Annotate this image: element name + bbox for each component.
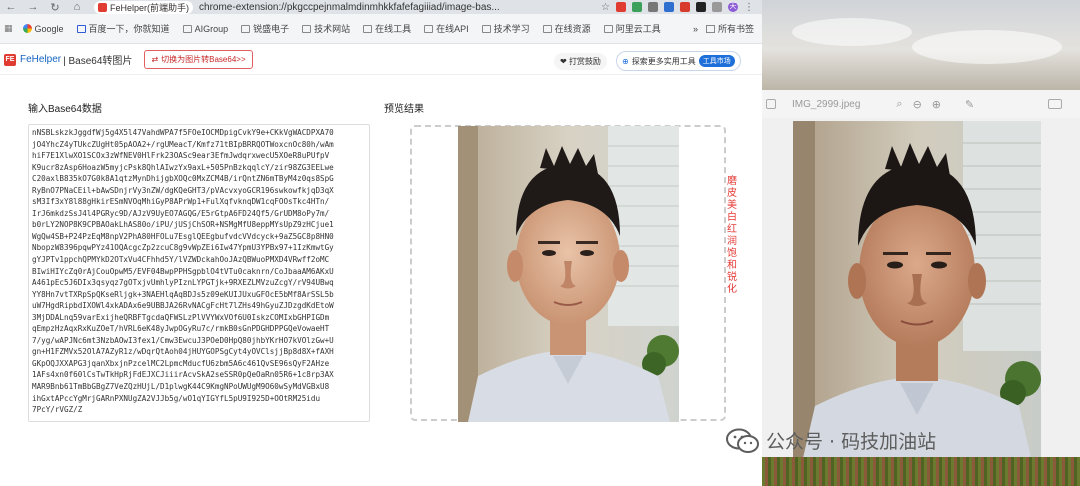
screen: ← → ↻ ⌂ FeHelper(前端助手) chrome-extension:… bbox=[0, 0, 1080, 486]
swap-icon: ⇄ bbox=[151, 55, 159, 64]
viewer-image bbox=[793, 121, 1041, 458]
zoom-out-icon[interactable]: ⊖ bbox=[913, 98, 922, 111]
back-icon[interactable]: ← bbox=[0, 1, 22, 13]
url-field[interactable]: chrome-extension://pkgccpejnmalmdinmhkkf… bbox=[199, 2, 500, 13]
zoom-controls: ⌕ ⊖ ⊕ ✎ bbox=[896, 98, 974, 111]
zoom-in-icon[interactable]: ⊕ bbox=[932, 98, 941, 111]
portrait-photo-original bbox=[793, 121, 1041, 458]
donate-button[interactable]: ❤ 打赏鼓励 bbox=[554, 53, 607, 70]
beauty-filter-note: 磨皮美白红润饱和锐化 bbox=[727, 176, 737, 295]
extension-pdf-icon[interactable] bbox=[680, 1, 690, 12]
wechat-icon bbox=[726, 428, 759, 453]
bookmarks-overflow-button[interactable]: » bbox=[693, 24, 698, 34]
explore-tools-button[interactable]: ⊕ 探索更多实用工具 工具市场 bbox=[616, 51, 741, 71]
star-icon[interactable]: ☆ bbox=[601, 2, 610, 13]
extension-blue-icon[interactable] bbox=[664, 1, 674, 12]
fehelper-favicon-icon bbox=[98, 2, 107, 12]
bookmark-google[interactable]: Google bbox=[22, 24, 64, 34]
portrait-photo bbox=[458, 126, 679, 422]
reload-icon[interactable]: ↻ bbox=[44, 1, 66, 14]
home-icon[interactable]: ⌂ bbox=[66, 1, 88, 13]
folder-icon bbox=[481, 24, 491, 33]
bookmark-aliyun-tools[interactable]: 阿里云工具 bbox=[603, 22, 661, 35]
extension-black-icon[interactable] bbox=[696, 1, 706, 12]
extension-green-icon[interactable] bbox=[632, 1, 642, 12]
folder-icon bbox=[182, 24, 192, 33]
sidebar-toggle-icon[interactable] bbox=[766, 99, 776, 109]
folder-icon bbox=[542, 24, 552, 33]
forward-icon[interactable]: → bbox=[22, 1, 44, 13]
extension-icons: ☆ 天 ⋮ bbox=[601, 1, 762, 13]
heart-icon: ❤ bbox=[560, 57, 567, 66]
puzzle-icon[interactable] bbox=[712, 1, 722, 12]
markup-icon[interactable]: ✎ bbox=[965, 98, 974, 111]
bookmark-online-tools[interactable]: 在线工具 bbox=[363, 22, 411, 35]
cloud-shape bbox=[792, 18, 912, 46]
page-title: | Base64转图片 bbox=[63, 56, 133, 67]
menu-dots-icon[interactable]: ⋮ bbox=[744, 2, 754, 13]
plus-circle-icon: ⊕ bbox=[622, 56, 629, 66]
folder-icon bbox=[241, 24, 251, 33]
bookmark-tech-sites[interactable]: 技术网站 bbox=[302, 22, 350, 35]
cloud-shape bbox=[912, 30, 1062, 64]
desktop-background bbox=[762, 0, 1080, 90]
avatar[interactable]: 天 bbox=[728, 1, 738, 12]
wechat-watermark: 公众号 · 码技加油站 bbox=[726, 427, 936, 454]
input-section-title: 输入Base64数据 bbox=[28, 104, 102, 115]
bookmark-online-api[interactable]: 在线API bbox=[424, 22, 469, 35]
folder-icon bbox=[363, 24, 373, 33]
fehelper-logo: FE bbox=[4, 53, 16, 66]
brand-link[interactable]: FeHelper bbox=[20, 54, 61, 65]
baidu-icon bbox=[76, 24, 86, 33]
desktop-background-field bbox=[762, 457, 1080, 486]
bookmarks-right: » 所有书签 bbox=[693, 22, 762, 35]
bookmark-ruisheng[interactable]: 锐盛电子 bbox=[241, 22, 289, 35]
all-bookmarks[interactable]: 所有书签 bbox=[718, 22, 754, 35]
google-icon bbox=[22, 24, 32, 33]
viewer-toolbar: IMG_2999.jpeg ⌕ ⊖ ⊕ ✎ bbox=[762, 90, 1080, 118]
folder-icon bbox=[302, 24, 312, 33]
folder-icon bbox=[705, 24, 715, 33]
switch-to-image-to-base64-button[interactable]: ⇄ 切换为图片转Base64>> bbox=[144, 50, 253, 69]
search-icon[interactable]: ⌕ bbox=[896, 98, 902, 111]
apps-grid-icon[interactable]: ▦ bbox=[4, 23, 13, 34]
bookmark-baidu[interactable]: 百度一下，你就知道 bbox=[76, 22, 170, 35]
bookmarks-bar: ▦ Google 百度一下，你就知道 AIGroup 锐盛电子 技术网站 在线工… bbox=[0, 14, 762, 44]
address-bar-row: ← → ↻ ⌂ FeHelper(前端助手) chrome-extension:… bbox=[0, 0, 762, 14]
browser-window: ← → ↻ ⌂ FeHelper(前端助手) chrome-extension:… bbox=[0, 0, 762, 486]
extension-fe-icon[interactable] bbox=[616, 1, 626, 12]
share-icon[interactable] bbox=[1048, 99, 1062, 109]
folder-icon bbox=[424, 24, 434, 33]
watermark-text: 公众号 · 码技加油站 bbox=[766, 431, 937, 453]
image-viewer-window: IMG_2999.jpeg ⌕ ⊖ ⊕ ✎ bbox=[762, 0, 1080, 486]
base64-input-textarea[interactable]: nNSBLskzkJggdfWj5g4X5l47VahdWPA7f5FOeIOC… bbox=[28, 124, 370, 422]
bookmark-aigroup[interactable]: AIGroup bbox=[182, 24, 228, 34]
bookmark-tech-learning[interactable]: 技术学习 bbox=[481, 22, 530, 35]
viewer-title: IMG_2999.jpeg bbox=[792, 98, 861, 110]
bookmark-online-resources[interactable]: 在线资源 bbox=[542, 22, 591, 35]
preview-section-title: 预览结果 bbox=[384, 104, 424, 115]
tool-market-badge[interactable]: 工具市场 bbox=[698, 55, 735, 67]
active-tab[interactable]: FeHelper(前端助手) bbox=[94, 0, 194, 14]
tab-title: FeHelper(前端助手) bbox=[110, 2, 190, 13]
folder-icon bbox=[603, 24, 613, 33]
extension-gray-icon[interactable] bbox=[648, 1, 658, 12]
preview-image bbox=[458, 126, 679, 422]
app-header: FE FeHelper | Base64转图片 ⇄ 切换为图片转Base64>>… bbox=[0, 45, 762, 75]
